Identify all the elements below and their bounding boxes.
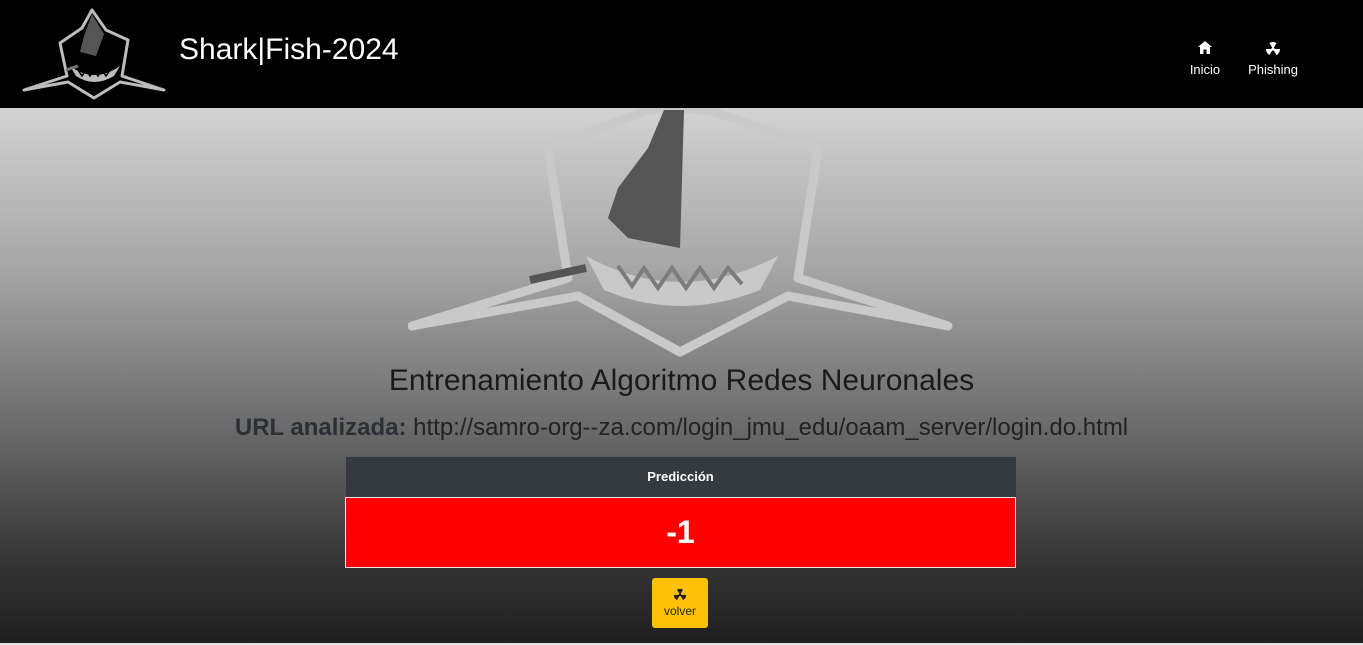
nav-phishing-label[interactable]: Phishing: [1244, 62, 1302, 77]
analyzed-url-line: URL analizada: http://samro-org--za.com/…: [0, 412, 1363, 444]
radiation-icon: [1266, 42, 1280, 55]
brand-title[interactable]: Shark|Fish-2024: [179, 32, 399, 68]
nav-inicio-label[interactable]: Inicio: [1185, 62, 1225, 77]
url-value: http://samro-org--za.com/login_jmu_edu/o…: [413, 414, 1129, 441]
shark-logo-icon[interactable]: [22, 8, 166, 100]
url-label: URL analizada:: [234, 414, 407, 441]
radiation-icon: [673, 588, 687, 601]
nav-inicio[interactable]: [1185, 0, 1225, 54]
main-content: Entrenamiento Algoritmo Redes Neuronales…: [0, 108, 1363, 643]
nav-phishing[interactable]: [1244, 0, 1302, 55]
shark-logo-icon: [408, 108, 953, 357]
home-icon: [1198, 41, 1212, 54]
page-heading: Entrenamiento Algoritmo Redes Neuronales: [388, 364, 975, 397]
back-button-label: volver: [663, 604, 696, 618]
page: Shark|Fish-2024 Inicio Phishing Entrenam…: [0, 0, 1363, 645]
prediction-value: -1: [345, 497, 1016, 568]
top-navbar: Shark|Fish-2024 Inicio Phishing: [0, 0, 1363, 108]
prediction-table: Predicción -1: [345, 457, 1016, 568]
prediction-header: Predicción: [345, 457, 1016, 498]
back-button[interactable]: volver: [652, 578, 708, 628]
